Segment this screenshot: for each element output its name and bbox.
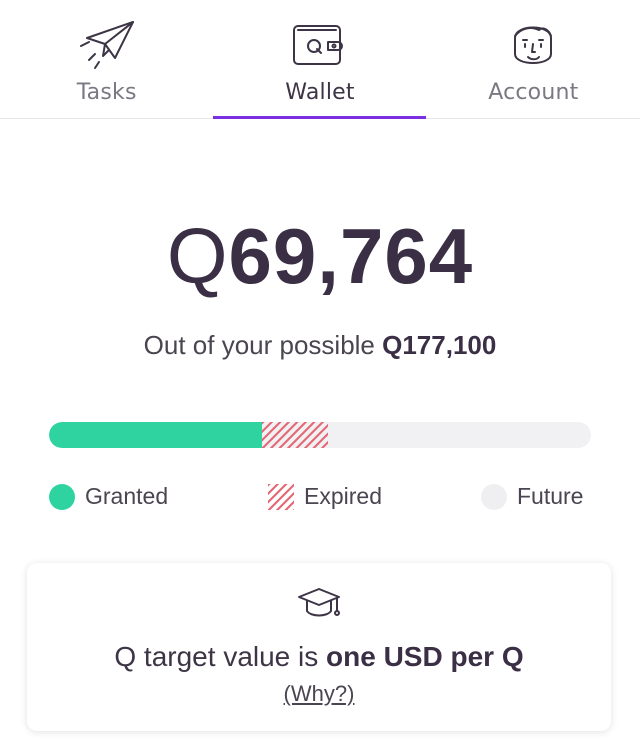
legend-granted-label: Granted bbox=[85, 483, 169, 509]
tab-wallet[interactable]: Wallet bbox=[213, 0, 426, 118]
active-tab-indicator bbox=[213, 116, 426, 119]
expired-swatch bbox=[268, 483, 294, 510]
tab-account-label: Account bbox=[488, 80, 579, 105]
possible-total: Out of your possible Q177,100 bbox=[0, 330, 640, 361]
balance-amount: 69,764 bbox=[228, 212, 474, 300]
legend-granted: Granted bbox=[49, 483, 168, 510]
progress-granted-segment bbox=[49, 422, 262, 448]
granted-swatch bbox=[49, 483, 75, 510]
legend-future-label: Future bbox=[517, 483, 584, 509]
target-prefix: Q target value is bbox=[114, 641, 327, 672]
target-emphasis: one USD per Q bbox=[326, 641, 524, 672]
tab-wallet-label: Wallet bbox=[285, 80, 355, 105]
progress-legend: Granted Expired Future bbox=[49, 483, 591, 513]
target-value-card: Q target value is one USD per Q (Why?) bbox=[27, 563, 611, 731]
possible-prefix: Out of your possible bbox=[143, 330, 383, 360]
progress-expired-segment bbox=[262, 422, 328, 448]
tab-account[interactable]: Account bbox=[427, 0, 640, 118]
graduation-cap-icon bbox=[27, 587, 611, 623]
tab-tasks-label: Tasks bbox=[76, 80, 137, 105]
progress-bar bbox=[49, 422, 591, 448]
tab-bar: Tasks Wallet Account bbox=[0, 0, 640, 119]
why-link[interactable]: (Why?) bbox=[284, 681, 355, 707]
target-value-text: Q target value is one USD per Q bbox=[27, 641, 611, 673]
legend-expired-label: Expired bbox=[304, 483, 382, 509]
balance-currency-symbol: Q bbox=[166, 212, 229, 300]
future-swatch bbox=[481, 483, 507, 510]
legend-future: Future bbox=[481, 483, 583, 510]
tab-tasks[interactable]: Tasks bbox=[0, 0, 213, 118]
paper-plane-icon bbox=[75, 14, 139, 74]
wallet-icon bbox=[288, 14, 352, 74]
face-icon bbox=[501, 14, 565, 74]
legend-expired: Expired bbox=[268, 483, 382, 510]
possible-amount: Q177,100 bbox=[382, 330, 497, 360]
wallet-balance: Q69,764 bbox=[0, 217, 640, 295]
